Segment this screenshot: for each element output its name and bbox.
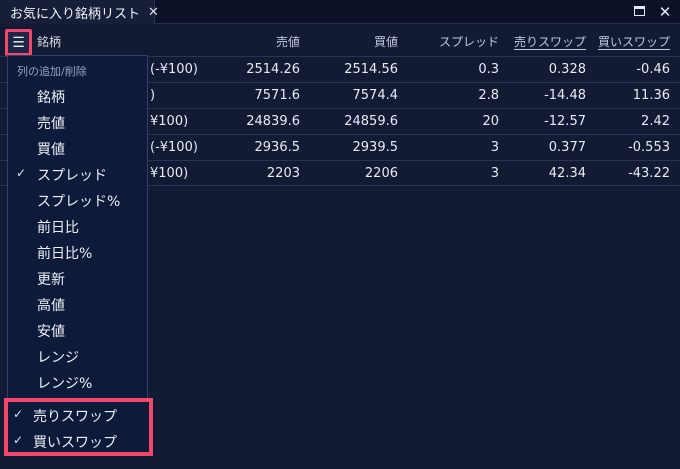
cell-ask: 2939.5 [352,140,399,155]
cell-bid: 2514.26 [246,62,300,77]
cell-symbol: (-¥100) [150,140,198,155]
cell-symbol: ) [150,88,156,103]
menu-item-bid[interactable]: 売値 [8,110,149,136]
menu-item-range[interactable]: レンジ [8,344,149,370]
cell-ask: 7574.4 [352,88,399,103]
cell-bid: 2936.5 [254,140,301,155]
header-ask[interactable]: 買値 [320,29,398,55]
cell-buy-swap: 2.42 [641,114,670,129]
cell-bid: 7571.6 [254,88,301,103]
menu-item-change[interactable]: 前日比 [8,214,149,240]
menu-item-symbol[interactable]: 銘柄 [8,84,149,110]
menu-item-label: レンジ% [37,376,93,392]
menu-item-label: スプレッド [37,168,107,184]
menu-item-label: 高値 [37,298,65,314]
menu-item-label: 更新 [37,272,65,288]
menu-item-label: 安値 [37,324,65,340]
menu-item-high[interactable]: 高値 [8,292,149,318]
cell-buy-swap: -43.22 [628,166,670,181]
cell-sell-swap: -12.57 [544,114,586,129]
cell-sell-swap: 0.328 [548,62,586,77]
cell-spread: 3 [490,166,499,181]
menu-item-buy-swap[interactable]: ✓ 買いスワップ [8,429,149,455]
header-bid[interactable]: 売値 [220,29,300,55]
menu-item-label: 前日比 [37,220,79,236]
checkmark-icon: ✓ [13,407,24,421]
maximize-icon[interactable] [632,4,648,20]
menu-item-spread-percent[interactable]: スプレッド% [8,188,149,214]
cell-buy-swap: -0.553 [628,140,670,155]
window-titlebar: お気に入り銘柄リスト ✕ ✕ [0,0,680,24]
cell-bid: 2203 [266,166,300,181]
cell-ask: 2206 [364,166,398,181]
menu-item-label: 前日比% [37,246,93,262]
cell-bid: 24839.6 [246,114,300,129]
menu-item-label: 銘柄 [37,90,65,106]
cell-sell-swap: -14.48 [544,88,586,103]
menu-item-spread[interactable]: ✓ スプレッド [8,162,149,188]
menu-item-sell-swap[interactable]: ✓ 売りスワップ [8,403,149,429]
cell-spread: 3 [490,140,499,155]
hamburger-icon: ☰ [12,34,25,51]
cell-spread: 2.8 [478,88,499,103]
cell-symbol: (-¥100) [150,62,198,77]
menu-item-change-percent[interactable]: 前日比% [8,240,149,266]
cell-ask: 2514.56 [344,62,398,77]
column-menu: 列の追加/削除 銘柄 売値 買値 ✓ スプレッド スプレッド% 前日比 前日比%… [7,55,148,424]
cell-ask: 24859.6 [344,114,398,129]
cell-sell-swap: 0.377 [548,140,586,155]
menu-item-low[interactable]: 安値 [8,318,149,344]
cell-buy-swap: 11.36 [632,88,670,103]
header-symbol[interactable]: 銘柄 [37,29,157,55]
checkmark-icon: ✓ [13,433,24,447]
cell-symbol: ¥100) [150,166,189,181]
header-sell-swap[interactable]: 売りスワップ [505,29,586,55]
cell-sell-swap: 42.34 [548,166,586,181]
tab-favorites[interactable]: お気に入り銘柄リスト ✕ [0,0,159,24]
menu-item-ask[interactable]: 買値 [8,136,149,162]
column-menu-button[interactable]: ☰ [5,29,32,56]
column-menu-title: 列の追加/削除 [17,65,87,78]
cell-spread: 20 [482,114,499,129]
menu-item-updated[interactable]: 更新 [8,266,149,292]
cell-buy-swap: -0.46 [636,62,670,77]
cell-symbol: ¥100) [150,114,189,129]
menu-item-label: レンジ [37,350,79,366]
tab-close-icon[interactable]: ✕ [148,5,159,20]
checkmark-icon: ✓ [16,166,27,180]
menu-item-label: 売値 [37,116,65,132]
menu-item-label: 売りスワップ [33,409,117,425]
menu-item-label: 買値 [37,142,65,158]
menu-item-label: 買いスワップ [33,435,117,451]
menu-item-label: スプレッド% [37,194,121,210]
swap-menu-highlight: ✓ 売りスワップ ✓ 買いスワップ [4,398,153,456]
window-close-icon[interactable]: ✕ [657,4,673,20]
header-buy-swap[interactable]: 買いスワップ [595,29,670,55]
menu-item-range-percent[interactable]: レンジ% [8,370,149,396]
header-spread[interactable]: スプレッド [420,29,499,55]
table-header: 銘柄 売値 買値 スプレッド 売りスワップ 買いスワップ [0,29,680,56]
cell-spread: 0.3 [478,62,499,77]
tab-title: お気に入り銘柄リスト [10,6,141,22]
favorites-panel: 銘柄 売値 買値 スプレッド 売りスワップ 買いスワップ (-¥100) 251… [0,25,680,469]
